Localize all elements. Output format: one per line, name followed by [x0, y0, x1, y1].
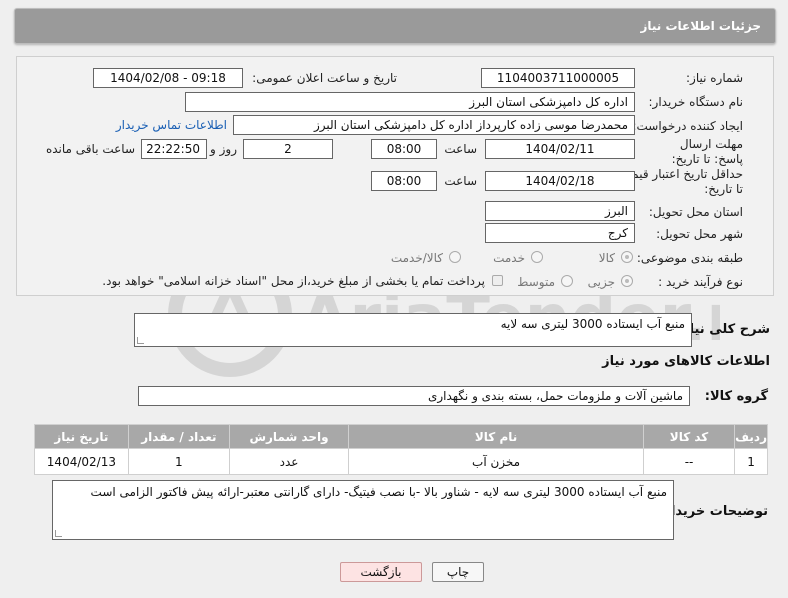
- payment-note: پرداخت تمام یا بخشی از مبلغ خرید،از محل …: [102, 274, 485, 288]
- announce-field: 1404/02/08 - 09:18: [93, 68, 243, 88]
- need-number-label: شماره نیاز:: [686, 71, 743, 85]
- payment-checkbox[interactable]: [492, 275, 503, 286]
- province-field: البرز: [485, 201, 635, 221]
- buyer-notes-field: منبع آب ایستاده 3000 لیتری سه لایه - شنا…: [52, 480, 674, 540]
- buyer-notes-label: توضیحات خریدار:: [658, 504, 768, 519]
- goods-table: ردیف کد کالا نام کالا واحد شمارش تعداد /…: [34, 424, 768, 475]
- category-radio-goods[interactable]: [621, 251, 633, 263]
- cell-row-number: 1: [734, 448, 768, 475]
- validity-date-field: 1404/02/18: [485, 171, 635, 191]
- print-button[interactable]: چاپ: [432, 562, 484, 582]
- days-field: 2: [243, 139, 333, 159]
- resize-handle[interactable]: [137, 337, 144, 344]
- validity-time-field: 08:00: [371, 171, 437, 191]
- category-radio-both[interactable]: [449, 251, 461, 263]
- buyer-org-label: نام دستگاه خریدار:: [648, 95, 744, 109]
- category-label: طبقه بندی موضوعی:: [636, 251, 743, 265]
- contact-buyer-link[interactable]: اطلاعات تماس خریدار: [116, 118, 227, 132]
- col-header-name: نام کالا: [348, 424, 644, 449]
- back-button[interactable]: بازگشت: [340, 562, 422, 582]
- buyer-org-field: اداره کل دامپزشکی استان البرز: [185, 92, 635, 112]
- need-number-field: 1104003711000005: [481, 68, 635, 88]
- goods-section-title: اطلاعات کالاهای مورد نیاز: [602, 354, 770, 369]
- col-header-code: کد کالا: [642, 424, 736, 449]
- category-option-service: خدمت: [493, 251, 525, 265]
- page-title: جزئیات اطلاعات نیاز: [640, 19, 761, 33]
- cell-name: مخزن آب: [348, 448, 644, 475]
- cell-date: 1404/02/13: [34, 448, 129, 475]
- summary-text: منبع آب ایستاده 3000 لیتری سه لایه: [500, 317, 685, 331]
- table-row: 1 -- مخزن آب عدد 1 1404/02/13: [34, 448, 768, 475]
- city-label: شهر محل تحویل:: [656, 227, 743, 241]
- header-bar: جزئیات اطلاعات نیاز: [14, 8, 776, 44]
- col-header-date: تاریخ نیاز: [34, 424, 129, 449]
- col-header-row-number: ردیف: [734, 424, 768, 449]
- city-field: کرج: [485, 223, 635, 243]
- remaining-label: ساعت باقی مانده: [45, 142, 135, 156]
- remaining-time-field: 22:22:50: [141, 139, 207, 159]
- category-option-goods: کالا: [598, 251, 615, 265]
- province-label: استان محل تحویل:: [648, 205, 743, 219]
- process-radio-medium[interactable]: [561, 275, 573, 287]
- deadline-date-field: 1404/02/11: [485, 139, 635, 159]
- requester-field: محمدرضا موسی زاده کارپرداز اداره کل دامپ…: [233, 115, 635, 135]
- announce-label: تاریخ و ساعت اعلان عمومی:: [252, 71, 397, 85]
- days-label: روز و: [210, 142, 237, 156]
- goods-group-field: ماشین آلات و ملزومات حمل، بسته بندی و نگ…: [138, 386, 690, 406]
- cell-code: --: [642, 448, 736, 475]
- deadline-label: مهلت ارسال پاسخ: تا تاریخ:: [671, 137, 743, 166]
- goods-group-label: گروه کالا:: [704, 389, 768, 404]
- page: جزئیات اطلاعات نیاز AriaTender.neT شماره…: [0, 0, 788, 598]
- col-header-unit: واحد شمارش: [228, 424, 350, 449]
- process-label: نوع فرآیند خرید :: [658, 275, 743, 289]
- category-radio-service[interactable]: [531, 251, 543, 263]
- notes-resize-handle[interactable]: [55, 530, 62, 537]
- table-header-row: ردیف کد کالا نام کالا واحد شمارش تعداد /…: [34, 424, 768, 449]
- col-header-quantity: تعداد / مقدار: [127, 424, 230, 449]
- process-radio-minor[interactable]: [621, 275, 633, 287]
- info-panel: شماره نیاز: 1104003711000005 تاریخ و ساع…: [16, 56, 774, 296]
- cell-quantity: 1: [127, 448, 230, 475]
- validity-time-label: ساعت: [444, 174, 477, 188]
- process-option-medium: متوسط: [517, 275, 555, 289]
- deadline-time-label: ساعت: [444, 142, 477, 156]
- category-option-both: کالا/خدمت: [390, 251, 443, 265]
- process-option-minor: جزیی: [587, 275, 615, 289]
- summary-field: منبع آب ایستاده 3000 لیتری سه لایه: [134, 313, 692, 347]
- buyer-notes-text: منبع آب ایستاده 3000 لیتری سه لایه - شنا…: [90, 485, 667, 499]
- deadline-time-field: 08:00: [371, 139, 437, 159]
- cell-unit: عدد: [228, 448, 350, 475]
- requester-label: ایجاد کننده درخواست:: [632, 119, 743, 133]
